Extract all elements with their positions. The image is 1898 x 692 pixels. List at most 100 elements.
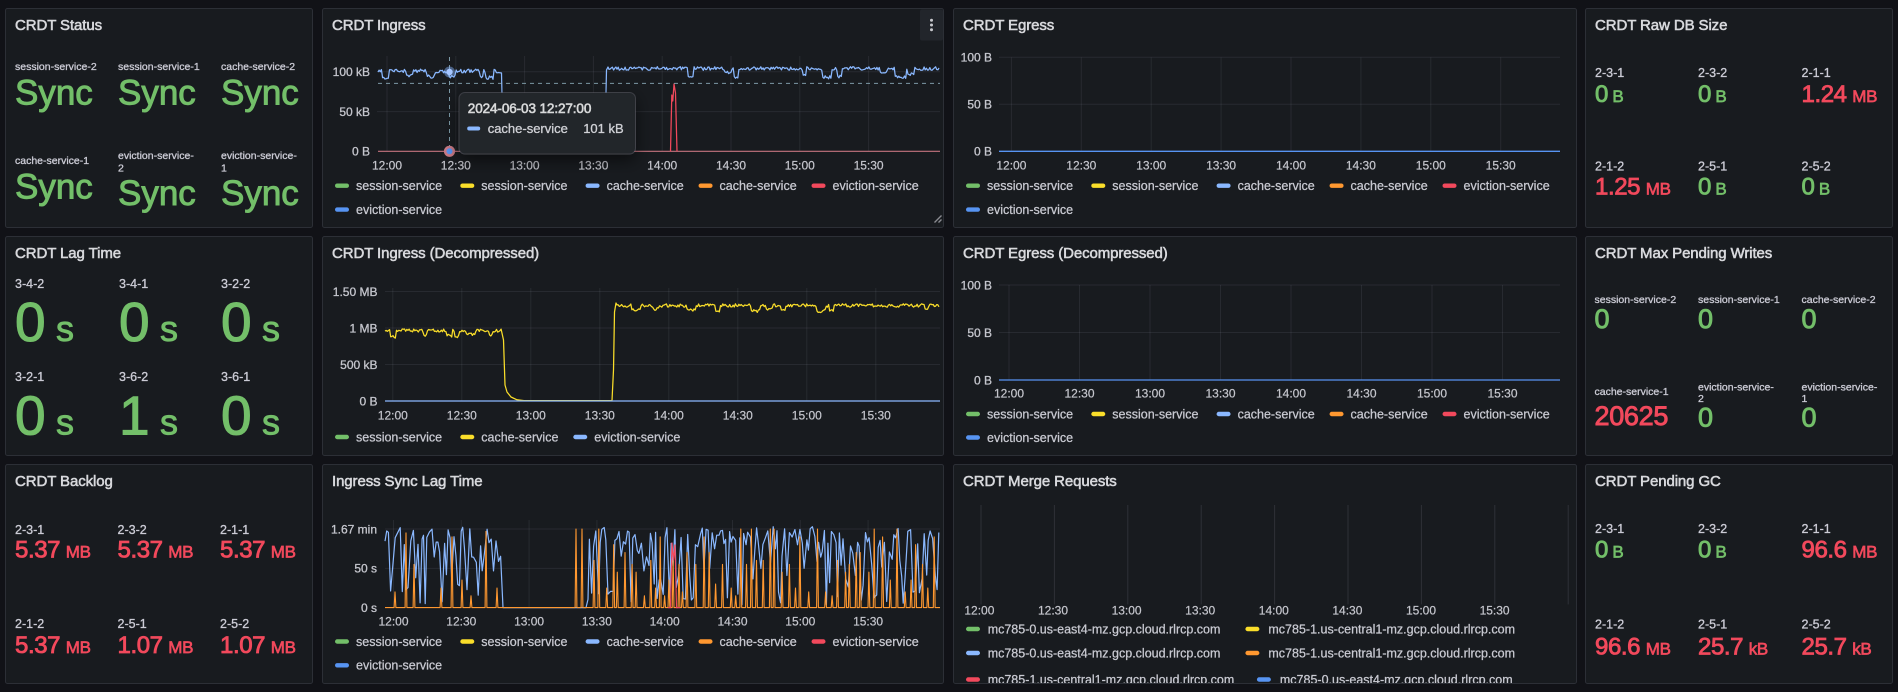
svg-text:CRDT Egress: CRDT Egress [963,17,1054,34]
svg-text:eviction-service-: eviction-service- [118,150,194,162]
svg-text:0: 0 [1595,304,1610,334]
svg-text:cache-service-2: cache-service-2 [221,61,295,73]
svg-text:eviction-service: eviction-service [356,203,442,217]
svg-text:cache-service-1: cache-service-1 [1595,386,1669,398]
svg-text:CRDT Lag Time: CRDT Lag Time [15,245,121,262]
svg-text:1.24: 1.24 [1802,81,1847,108]
svg-text:14:00: 14:00 [1276,158,1306,172]
svg-text:50 B: 50 B [967,98,992,112]
svg-text:3-2-2: 3-2-2 [221,277,250,291]
svg-text:session-service: session-service [987,407,1073,421]
svg-text:Sync: Sync [221,74,299,113]
svg-text:2-1-2: 2-1-2 [1595,160,1624,174]
svg-text:15:30: 15:30 [853,614,883,628]
svg-text:13:30: 13:30 [1205,386,1235,400]
svg-text:0: 0 [15,291,46,353]
svg-text:12:30: 12:30 [1064,386,1094,400]
svg-text:session-service-1: session-service-1 [118,61,200,73]
svg-text:13:30: 13:30 [1185,604,1215,618]
svg-text:13:00: 13:00 [1135,386,1165,400]
svg-text:CRDT Pending GC: CRDT Pending GC [1595,473,1721,490]
svg-text:1.67 min: 1.67 min [331,522,377,536]
svg-text:1.07: 1.07 [220,632,265,659]
svg-text:3-4-1: 3-4-1 [119,277,148,291]
svg-text:12:30: 12:30 [447,409,477,423]
svg-text:CRDT Egress (Decompressed): CRDT Egress (Decompressed) [963,245,1168,262]
svg-text:2-5-1: 2-5-1 [1698,160,1727,174]
svg-text:0: 0 [15,385,46,447]
svg-text:session-service: session-service [1112,179,1198,193]
svg-text:cache-service: cache-service [607,179,684,193]
svg-text:100 kB: 100 kB [333,65,370,79]
svg-text:2-3-2: 2-3-2 [118,523,147,537]
svg-text:eviction-service: eviction-service [833,635,919,649]
svg-text:MB: MB [168,638,193,657]
svg-text:eviction-service: eviction-service [594,430,680,444]
svg-text:MB: MB [271,638,296,657]
svg-text:cache-service: cache-service [1238,407,1315,421]
svg-text:s: s [262,402,280,443]
svg-text:eviction-service-: eviction-service- [1802,381,1878,393]
svg-text:cache-service: cache-service [720,179,797,193]
svg-text:15:00: 15:00 [785,614,815,628]
svg-text:1: 1 [119,385,150,447]
svg-text:CRDT Max Pending Writes: CRDT Max Pending Writes [1595,245,1772,262]
svg-text:Sync: Sync [118,74,196,113]
svg-text:kB: kB [1852,640,1871,659]
svg-text:101 kB: 101 kB [583,121,623,136]
svg-text:B: B [1612,543,1623,562]
svg-text:2: 2 [118,163,124,175]
svg-text:15:30: 15:30 [1486,158,1516,172]
svg-text:13:00: 13:00 [510,158,540,172]
svg-text:3-6-2: 3-6-2 [119,370,148,384]
svg-text:session-service: session-service [987,179,1073,193]
svg-text:0: 0 [1698,174,1711,201]
svg-text:cache-service: cache-service [481,430,558,444]
svg-text:eviction-service: eviction-service [833,179,919,193]
svg-text:MB: MB [271,543,296,562]
svg-text:14:30: 14:30 [723,409,753,423]
svg-text:2-1-1: 2-1-1 [220,523,249,537]
svg-text:14:30: 14:30 [1346,158,1376,172]
svg-text:MB: MB [1646,640,1671,659]
svg-text:15:00: 15:00 [1406,604,1436,618]
svg-text:B: B [1612,87,1623,106]
svg-text:MB: MB [1646,180,1671,199]
svg-text:96.6: 96.6 [1595,634,1640,661]
svg-text:CRDT Ingress: CRDT Ingress [332,17,426,34]
svg-text:2-3-2: 2-3-2 [1698,522,1727,536]
svg-text:0: 0 [1698,403,1713,433]
svg-text:CRDT Status: CRDT Status [15,17,102,34]
svg-text:session-service: session-service [356,430,442,444]
svg-text:B: B [1715,543,1726,562]
svg-text:0: 0 [1698,537,1711,564]
svg-text:s: s [160,308,178,349]
svg-text:cache-service: cache-service [1351,179,1428,193]
svg-text:session-service: session-service [1112,407,1198,421]
svg-text:cache-service-1: cache-service-1 [15,155,89,167]
svg-text:mc785-0.us-east4-mz.gcp.cloud.: mc785-0.us-east4-mz.gcp.cloud.rlrcp.com [988,622,1221,636]
svg-text:0 B: 0 B [974,373,992,387]
svg-text:0 B: 0 B [359,394,377,408]
svg-text:B: B [1715,87,1726,106]
svg-text:2-3-1: 2-3-1 [15,523,44,537]
svg-text:12:30: 12:30 [1066,158,1096,172]
svg-text:15:30: 15:30 [861,409,891,423]
svg-text:14:00: 14:00 [650,614,680,628]
svg-text:0: 0 [1595,81,1608,108]
svg-text:Sync: Sync [118,174,196,213]
svg-text:session-service: session-service [356,179,442,193]
svg-text:15:30: 15:30 [1487,386,1517,400]
svg-text:12:00: 12:00 [378,409,408,423]
svg-text:13:00: 13:00 [1112,604,1142,618]
svg-text:12:30: 12:30 [446,614,476,628]
svg-text:eviction-service: eviction-service [356,659,442,673]
svg-text:12:30: 12:30 [1038,604,1068,618]
svg-text:s: s [160,402,178,443]
svg-text:CRDT Merge Requests: CRDT Merge Requests [963,473,1117,490]
svg-text:15:30: 15:30 [854,158,884,172]
svg-text:12:00: 12:00 [994,386,1024,400]
svg-text:0: 0 [221,291,252,353]
svg-text:eviction-service-: eviction-service- [221,150,297,162]
svg-text:13:00: 13:00 [516,409,546,423]
